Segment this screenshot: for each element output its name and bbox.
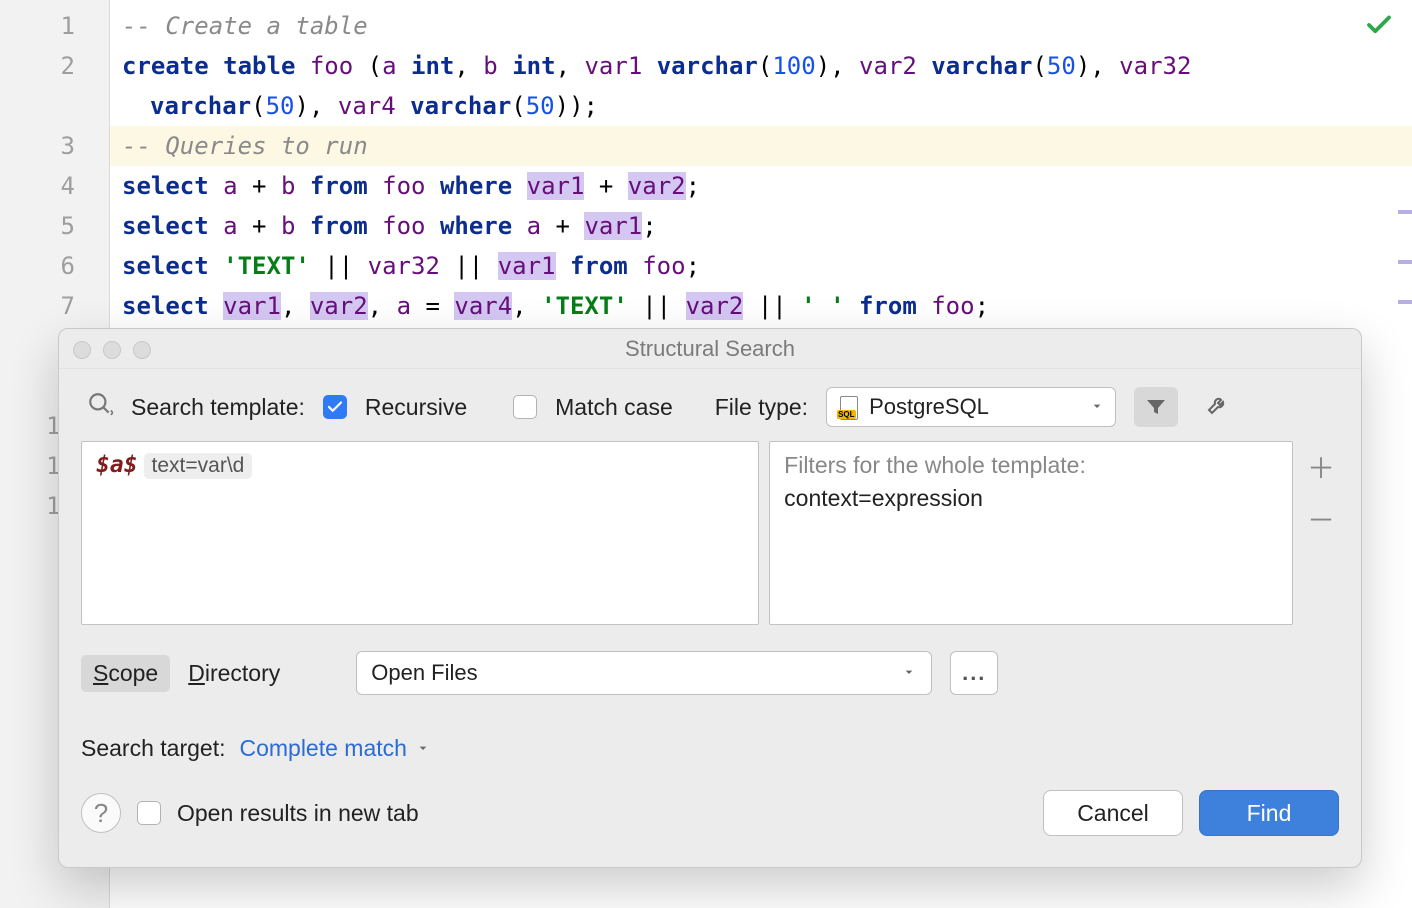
open-new-tab-label: Open results in new tab xyxy=(177,800,419,827)
match-highlight: var1 xyxy=(527,172,585,200)
window-controls[interactable] xyxy=(73,341,151,359)
structural-search-dialog: Structural Search Search template: Recur… xyxy=(58,328,1362,868)
cancel-button[interactable]: Cancel xyxy=(1043,790,1183,836)
template-input[interactable]: $a$text=var\d xyxy=(81,441,759,625)
tools-button[interactable] xyxy=(1196,387,1240,427)
chevron-down-icon xyxy=(1089,394,1105,420)
dialog-titlebar[interactable]: Structural Search xyxy=(59,329,1361,369)
status-ok-icon xyxy=(1364,10,1394,44)
find-button[interactable]: Find xyxy=(1199,790,1339,836)
line-number: 4 xyxy=(0,166,109,206)
search-target-row: Search target: Complete match xyxy=(59,695,1361,762)
match-highlight: var4 xyxy=(454,292,512,320)
search-target-link[interactable]: Complete match xyxy=(239,735,430,762)
directory-button[interactable]: Directory xyxy=(188,660,280,687)
line-number: 1 xyxy=(0,6,109,46)
filter-toggle-button[interactable] xyxy=(1134,387,1178,427)
browse-button[interactable]: ... xyxy=(950,651,998,695)
file-type-select[interactable]: PostgreSQL xyxy=(826,387,1116,427)
code-line-6[interactable]: select 'TEXT' || var32 || var1 from foo; xyxy=(110,246,1412,286)
code-line-3[interactable]: -- Queries to run xyxy=(110,126,1412,166)
match-highlight: var2 xyxy=(686,292,744,320)
scope-button[interactable]: Scope xyxy=(81,655,170,692)
scope-select[interactable]: Open Files xyxy=(356,651,932,695)
code-line-2[interactable]: create table foo (a int, b int, var1 var… xyxy=(110,46,1412,86)
match-highlight: var1 xyxy=(223,292,281,320)
recursive-checkbox[interactable] xyxy=(323,395,347,419)
open-new-tab-checkbox[interactable] xyxy=(137,801,161,825)
line-number: 7 xyxy=(0,286,109,326)
dialog-toolbar: Search template: Recursive Match case Fi… xyxy=(59,369,1361,441)
help-button[interactable]: ? xyxy=(81,793,121,833)
minimize-icon[interactable] xyxy=(103,341,121,359)
search-history-icon[interactable] xyxy=(87,391,113,423)
dialog-title: Structural Search xyxy=(625,336,795,361)
file-type-value: PostgreSQL xyxy=(869,394,989,420)
code-line-5[interactable]: select a + b from foo where a + var1; xyxy=(110,206,1412,246)
zoom-icon[interactable] xyxy=(133,341,151,359)
close-icon[interactable] xyxy=(73,341,91,359)
filters-pane[interactable]: Filters for the whole template: context=… xyxy=(769,441,1293,625)
match-highlight: var2 xyxy=(628,172,686,200)
scope-row: Scope Directory Open Files ... xyxy=(59,625,1361,695)
filter-side-tools: ＋ － xyxy=(1303,441,1339,625)
line-number: 5 xyxy=(0,206,109,246)
line-number: 6 xyxy=(0,246,109,286)
add-filter-button[interactable]: ＋ xyxy=(1307,447,1335,487)
editor-mini-markers xyxy=(1398,0,1412,908)
filter-line: context=expression xyxy=(784,485,1278,512)
match-highlight: var1 xyxy=(498,252,556,280)
dialog-bottom-row: ? Open results in new tab Cancel Find xyxy=(59,762,1361,836)
panes: $a$text=var\d Filters for the whole temp… xyxy=(59,441,1361,625)
search-target-label: Search target: xyxy=(81,735,225,762)
code-line-4[interactable]: select a + b from foo where var1 + var2; xyxy=(110,166,1412,206)
scope-value: Open Files xyxy=(371,660,477,686)
line-number: 2 xyxy=(0,46,109,86)
remove-filter-button[interactable]: － xyxy=(1307,499,1335,539)
search-template-label: Search template: xyxy=(131,394,305,421)
filters-placeholder: Filters for the whole template: xyxy=(784,452,1278,479)
code-line-7[interactable]: select var1, var2, a = var4, 'TEXT' || v… xyxy=(110,286,1412,326)
code-line-2-wrap[interactable]: varchar(50), var4 varchar(50)); xyxy=(110,86,1412,126)
comment-text: -- Queries to run xyxy=(122,132,368,160)
match-highlight: var1 xyxy=(584,212,642,240)
template-variable: $a$ xyxy=(96,452,138,478)
match-highlight: var2 xyxy=(310,292,368,320)
match-case-checkbox[interactable] xyxy=(513,395,537,419)
template-constraint-chip: text=var\d xyxy=(144,453,253,479)
chevron-down-icon xyxy=(415,735,431,762)
recursive-label: Recursive xyxy=(365,394,467,421)
code-line-1[interactable]: -- Create a table xyxy=(110,6,1412,46)
sql-file-icon xyxy=(837,396,859,418)
chevron-down-icon xyxy=(901,660,917,686)
line-number: 3 xyxy=(0,126,109,166)
comment-text: -- Create a table xyxy=(122,12,368,40)
match-case-label: Match case xyxy=(555,394,673,421)
file-type-label: File type: xyxy=(715,394,808,421)
